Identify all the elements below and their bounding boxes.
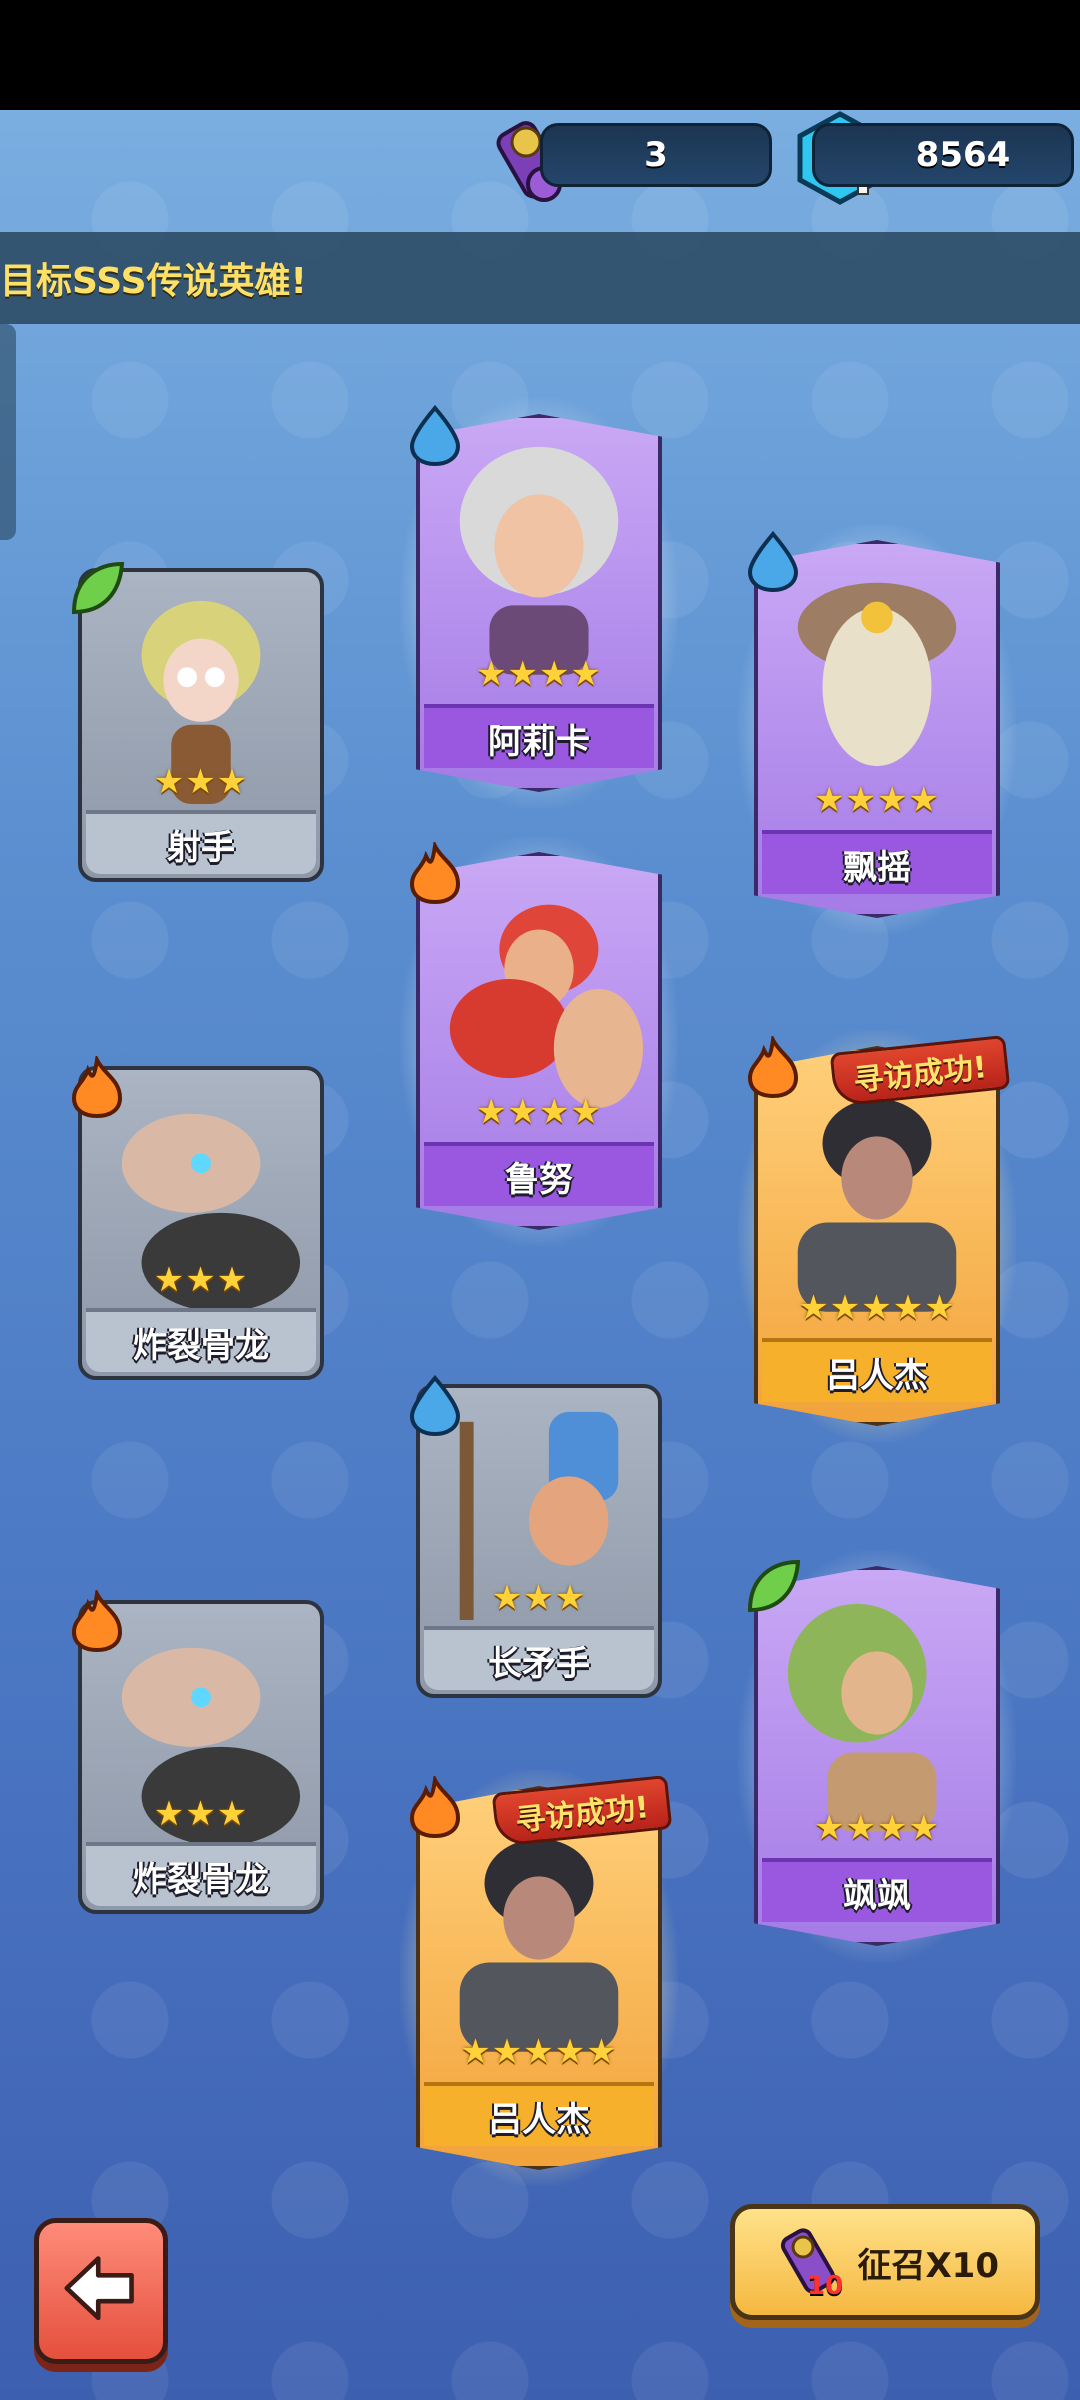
hero-name: 吕人杰	[762, 1338, 992, 1402]
fire-element-icon	[409, 1776, 461, 1838]
fire-element-icon	[71, 1056, 123, 1118]
star-rating: ★★★	[491, 1578, 587, 1618]
hero-name: 鲁努	[424, 1142, 654, 1206]
water-element-icon	[409, 1374, 461, 1436]
hero-name: 炸裂骨龙	[86, 1842, 316, 1906]
star-rating: ★★★★	[814, 1808, 940, 1848]
hero-name: 炸裂骨龙	[86, 1308, 316, 1372]
hero-card-lunu[interactable]: ★★★★ 鲁努	[400, 836, 678, 1246]
star-rating: ★★★★	[476, 654, 602, 694]
card-frame: ★★★★ 飘摇	[754, 540, 1000, 918]
star-rating: ★★★★★	[460, 2032, 618, 2072]
leaf-element-icon	[71, 561, 125, 615]
card-frame: ★★★★ 鲁努	[416, 852, 662, 1230]
hero-card-sasa[interactable]: ★★★★ 飒飒	[738, 1550, 1016, 1962]
hero-name: 飘摇	[762, 830, 992, 894]
fire-element-icon	[747, 1036, 799, 1098]
back-button[interactable]	[34, 2218, 168, 2364]
star-rating: ★★★★	[814, 780, 940, 820]
water-element-icon	[747, 530, 799, 592]
status-bar	[0, 0, 1080, 110]
hero-name: 长矛手	[424, 1626, 654, 1690]
star-rating: ★★★★	[476, 1092, 602, 1132]
summon-badge: 10	[807, 2271, 844, 2301]
hero-card-bonedragon-2[interactable]: ★★★ 炸裂骨龙	[71, 1590, 324, 1914]
fire-element-icon	[409, 842, 461, 904]
side-tab[interactable]	[0, 324, 16, 540]
summon-label: 征召X10	[857, 2245, 999, 2286]
summon-x10-button[interactable]: 10 征召X10	[730, 2204, 1040, 2320]
hero-name: 飒飒	[762, 1858, 992, 1922]
leaf-element-icon	[747, 1559, 801, 1613]
hero-card-alika[interactable]: ★★★★ 阿莉卡	[400, 398, 678, 808]
hero-card-bonedragon-1[interactable]: ★★★ 炸裂骨龙	[71, 1056, 324, 1380]
hero-card-lurenjie-1[interactable]: ★★★★★ 吕人杰 寻访成功!	[738, 1030, 1016, 1442]
scroll-counter: 3	[540, 123, 772, 187]
card-frame: ★★★★ 飒飒	[754, 1566, 1000, 1946]
hero-card-lurenjie-2[interactable]: ★★★★★ 吕人杰 寻访成功!	[400, 1770, 678, 2186]
banner-text: 目标SSS传说英雄!	[0, 261, 307, 302]
hero-name: 阿莉卡	[424, 704, 654, 768]
card-frame: ★★★★★ 吕人杰	[754, 1046, 1000, 1426]
water-element-icon	[409, 404, 461, 466]
gem-counter: 8564	[812, 123, 1074, 187]
hero-card-piaoyao[interactable]: ★★★★ 飘摇	[738, 524, 1016, 934]
hero-card-shooter[interactable]: ★★★ 射手	[71, 561, 324, 882]
hero-name: 吕人杰	[424, 2082, 654, 2146]
star-rating: ★★★	[153, 762, 249, 802]
goal-banner: 目标SSS传说英雄!	[0, 232, 1080, 324]
star-rating: ★★★	[153, 1794, 249, 1834]
back-arrow-icon	[64, 2256, 134, 2321]
hero-name: 射手	[86, 810, 316, 874]
card-frame: ★★★★★ 吕人杰	[416, 1786, 662, 2170]
hero-card-spearman[interactable]: ★★★ 长矛手	[409, 1374, 662, 1698]
card-frame: ★★★★ 阿莉卡	[416, 414, 662, 792]
fire-element-icon	[71, 1590, 123, 1652]
star-rating: ★★★	[153, 1260, 249, 1300]
star-rating: ★★★★★	[798, 1288, 956, 1328]
